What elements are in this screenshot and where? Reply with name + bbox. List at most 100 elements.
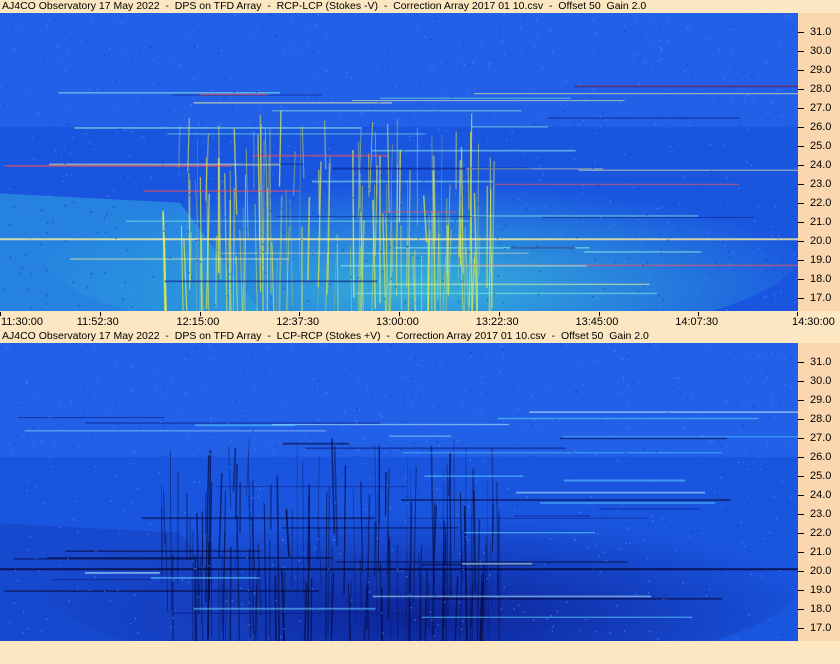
- noise-speck: [344, 581, 346, 584]
- noise-speck: [382, 632, 384, 635]
- noise-speck: [755, 304, 757, 306]
- noise-speck: [462, 250, 464, 253]
- y-tick-label: 19.0: [810, 583, 832, 596]
- noise-speck: [660, 47, 662, 49]
- upper-band: [0, 343, 798, 457]
- noise-speck: [729, 609, 732, 612]
- noise-speck: [272, 173, 274, 175]
- noise-speck: [414, 619, 417, 621]
- noise-speck: [502, 271, 505, 274]
- noise-speck: [743, 379, 745, 381]
- noise-speck: [658, 165, 660, 167]
- noise-speck: [701, 109, 703, 111]
- noise-speck: [74, 506, 77, 508]
- noise-speck: [261, 550, 264, 552]
- noise-speck: [399, 594, 402, 597]
- noise-speck: [637, 218, 640, 221]
- noise-speck: [11, 27, 13, 29]
- noise-speck: [231, 600, 234, 602]
- noise-speck: [614, 350, 616, 352]
- noise-speck: [148, 34, 151, 36]
- noise-speck: [62, 180, 64, 183]
- noise-speck: [469, 413, 471, 415]
- noise-speck: [773, 269, 776, 271]
- noise-speck: [268, 637, 270, 640]
- noise-speck: [649, 225, 651, 228]
- noise-speck: [181, 218, 184, 221]
- noise-speck: [418, 387, 420, 390]
- noise-speck: [616, 290, 619, 292]
- noise-speck: [122, 197, 124, 199]
- noise-speck: [17, 580, 19, 582]
- spectrogram-panel-top: AJ4CO Observatory 17 May 2022 - DPS on T…: [0, 0, 840, 330]
- noise-speck: [559, 296, 562, 298]
- noise-speck: [163, 230, 165, 232]
- noise-speck: [95, 457, 98, 460]
- noise-speck: [318, 380, 320, 383]
- noise-speck: [441, 38, 443, 40]
- noise-speck: [403, 149, 405, 152]
- noise-speck: [727, 636, 729, 638]
- noise-speck: [115, 403, 117, 405]
- y-tick: [798, 50, 804, 52]
- y-tick-label: 22.0: [810, 526, 832, 539]
- noise-speck: [555, 111, 558, 113]
- noise-speck: [365, 508, 367, 510]
- noise-speck: [593, 354, 596, 357]
- noise-speck: [718, 440, 720, 442]
- noise-speck: [722, 143, 724, 146]
- noise-speck: [349, 435, 351, 438]
- noise-speck: [282, 231, 285, 234]
- noise-speck: [741, 541, 743, 543]
- noise-speck: [184, 512, 187, 514]
- y-tick: [798, 164, 804, 166]
- noise-speck: [335, 241, 338, 244]
- noise-speck: [341, 429, 344, 431]
- noise-speck: [748, 400, 750, 403]
- x-tick-label: 13:22:30: [475, 316, 519, 328]
- noise-speck: [131, 502, 134, 504]
- noise-speck: [301, 238, 303, 241]
- noise-speck: [539, 164, 541, 167]
- noise-speck: [419, 494, 421, 497]
- noise-speck: [126, 225, 128, 228]
- noise-speck: [567, 104, 569, 106]
- noise-speck: [596, 359, 598, 362]
- noise-speck: [658, 294, 660, 297]
- noise-speck: [103, 54, 105, 57]
- noise-speck: [467, 564, 469, 566]
- noise-speck: [133, 399, 135, 401]
- noise-speck: [373, 121, 375, 124]
- noise-speck: [49, 229, 51, 231]
- noise-speck: [561, 155, 564, 158]
- noise-speck: [90, 127, 93, 130]
- noise-speck: [487, 140, 489, 143]
- noise-speck: [21, 594, 23, 597]
- noise-speck: [627, 528, 630, 530]
- noise-speck: [400, 630, 403, 633]
- noise-speck: [242, 156, 244, 158]
- noise-speck: [180, 372, 183, 375]
- noise-speck: [790, 497, 793, 499]
- noise-speck: [46, 269, 48, 271]
- noise-speck: [363, 272, 365, 275]
- noise-speck: [31, 137, 34, 140]
- noise-speck: [353, 464, 356, 466]
- noise-speck: [138, 219, 141, 222]
- y-tick-label: 19.0: [810, 253, 832, 266]
- noise-speck: [521, 425, 524, 428]
- noise-speck: [524, 153, 526, 155]
- noise-speck: [727, 351, 730, 354]
- noise-speck: [130, 366, 133, 369]
- noise-speck: [263, 487, 265, 490]
- noise-speck: [325, 278, 327, 281]
- noise-speck: [0, 150, 2, 153]
- noise-speck: [566, 172, 569, 175]
- noise-speck: [747, 128, 749, 131]
- burst-streak: [244, 174, 246, 311]
- noise-speck: [220, 426, 222, 428]
- burst-streak: [214, 235, 218, 308]
- noise-speck: [709, 440, 712, 442]
- noise-speck: [32, 444, 35, 446]
- y-tick: [798, 31, 804, 33]
